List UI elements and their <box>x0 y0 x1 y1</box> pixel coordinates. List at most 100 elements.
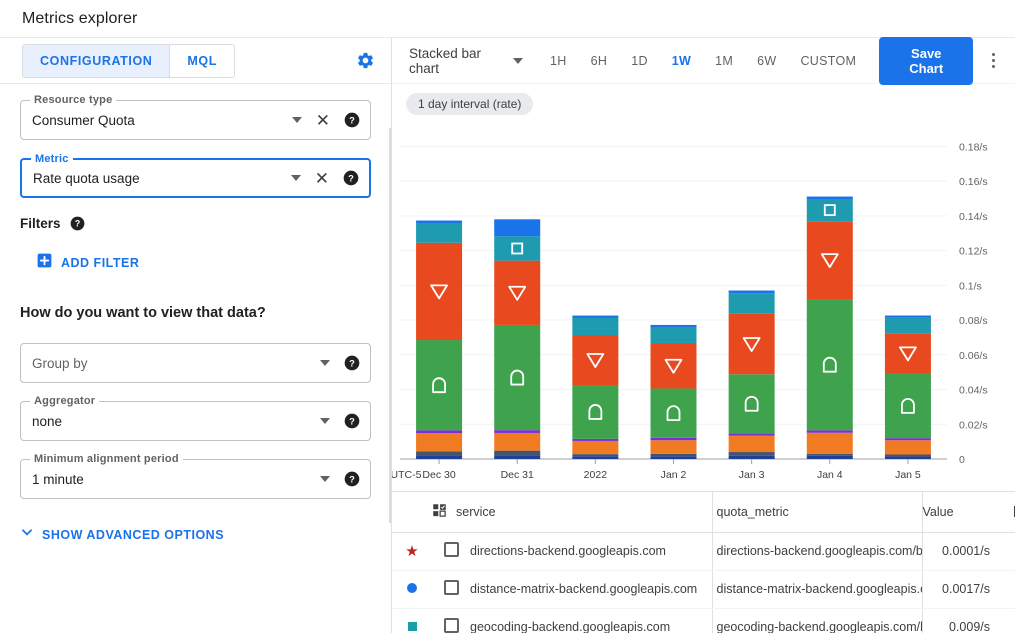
chevron-down-icon <box>20 525 34 544</box>
aggregator-field[interactable]: Aggregator none ? <box>20 401 371 441</box>
chart-type-label: Stacked bar chart <box>409 46 504 76</box>
chevron-down-icon[interactable] <box>320 476 330 482</box>
header-column-settings[interactable] <box>1004 492 1015 532</box>
chevron-down-icon[interactable] <box>320 360 330 366</box>
svg-text:0: 0 <box>959 454 965 466</box>
column-settings-icon[interactable] <box>1004 506 1015 517</box>
group-by-controls: ? <box>320 355 370 371</box>
show-advanced-options-button[interactable]: SHOW ADVANCED OPTIONS <box>20 525 371 544</box>
help-icon[interactable]: ? <box>344 355 360 371</box>
tab-mql[interactable]: MQL <box>169 45 234 77</box>
svg-text:?: ? <box>349 474 355 484</box>
chevron-down-icon[interactable] <box>291 175 301 181</box>
table-header-row: service quota_metric Value <box>392 492 1015 532</box>
chevron-down-icon[interactable] <box>292 117 302 123</box>
metric-value: Rate quota usage <box>22 171 291 186</box>
row-value: 0.0001/s <box>922 532 1004 570</box>
table-row[interactable]: distance-matrix-backend.googleapis.comdi… <box>392 570 1015 608</box>
row-quota-metric: distance-matrix-backend.googleapis.com/l <box>712 570 922 608</box>
header-marker <box>392 492 432 532</box>
kebab-menu-icon[interactable] <box>981 53 1005 68</box>
svg-text:Jan 5: Jan 5 <box>895 469 921 481</box>
row-spacer <box>1004 532 1015 570</box>
svg-text:?: ? <box>74 219 79 229</box>
row-checkbox-cell[interactable] <box>432 570 470 608</box>
row-service: distance-matrix-backend.googleapis.com <box>470 570 712 608</box>
row-checkbox[interactable] <box>444 542 459 557</box>
row-checkbox-cell[interactable] <box>432 608 470 633</box>
square-icon <box>408 622 417 631</box>
table-row[interactable]: geocoding-backend.googleapis.comgeocodin… <box>392 608 1015 633</box>
svg-text:0.08/s: 0.08/s <box>959 315 988 327</box>
add-filter-button[interactable]: ADD FILTER <box>37 253 371 273</box>
circle-icon <box>407 583 417 593</box>
add-filter-label: ADD FILTER <box>61 256 139 270</box>
aggregator-controls: ? <box>320 413 370 429</box>
series-table: service quota_metric Value ★ directions-b… <box>392 491 1015 633</box>
header-quota-metric[interactable]: quota_metric <box>712 492 922 532</box>
chart-toolbar: Stacked bar chart 1H 6H 1D 1W 1M 6W CUST… <box>392 38 1015 84</box>
chart-type-selector[interactable]: Stacked bar chart <box>409 46 523 76</box>
group-by-field[interactable]: Group by ? <box>20 343 371 383</box>
help-icon[interactable]: ? <box>344 413 360 429</box>
main-split: CONFIGURATION MQL Resource type Consumer… <box>0 38 1015 633</box>
grid-select-icon[interactable] <box>432 503 447 521</box>
help-icon[interactable]: ? <box>344 112 360 128</box>
row-quota-metric: geocoding-backend.googleapis.com/billab <box>712 608 922 633</box>
aggregator-value: none <box>21 414 320 429</box>
range-6w[interactable]: 6W <box>746 47 787 75</box>
svg-text:Jan 2: Jan 2 <box>661 469 687 481</box>
svg-text:0.06/s: 0.06/s <box>959 350 988 362</box>
help-icon[interactable]: ? <box>344 471 360 487</box>
filters-label-text: Filters <box>20 216 61 231</box>
range-custom[interactable]: CUSTOM <box>789 47 867 75</box>
range-1w[interactable]: 1W <box>661 47 702 75</box>
tab-configuration[interactable]: CONFIGURATION <box>23 45 169 77</box>
alignment-period-field[interactable]: Minimum alignment period 1 minute ? <box>20 459 371 499</box>
svg-text:0.12/s: 0.12/s <box>959 246 988 258</box>
range-1h[interactable]: 1H <box>539 47 578 75</box>
header-service[interactable]: service <box>432 492 712 532</box>
help-icon[interactable]: ? <box>70 216 85 231</box>
resource-type-field[interactable]: Resource type Consumer Quota ✕ ? <box>20 100 371 140</box>
sidebar-tabs-row: CONFIGURATION MQL <box>0 38 391 84</box>
range-1m[interactable]: 1M <box>704 47 744 75</box>
range-6h[interactable]: 6H <box>580 47 619 75</box>
chevron-down-icon[interactable] <box>320 418 330 424</box>
table-row[interactable]: ★directions-backend.googleapis.comdirect… <box>392 532 1015 570</box>
row-service: directions-backend.googleapis.com <box>470 532 712 570</box>
row-checkbox[interactable] <box>444 580 459 595</box>
metric-field[interactable]: Metric Rate quota usage ✕ ? <box>20 158 371 198</box>
header-value[interactable]: Value <box>922 492 1004 532</box>
help-icon[interactable]: ? <box>343 170 359 186</box>
row-checkbox[interactable] <box>444 618 459 633</box>
resource-type-value: Consumer Quota <box>21 113 292 128</box>
alignment-period-value: 1 minute <box>21 472 320 487</box>
aggregator-label: Aggregator <box>30 395 99 407</box>
stacked-bar-chart[interactable]: 00.02/s0.04/s0.06/s0.08/s0.1/s0.12/s0.14… <box>392 121 1007 481</box>
svg-text:Dec 31: Dec 31 <box>501 469 534 481</box>
range-1d[interactable]: 1D <box>620 47 659 75</box>
close-icon[interactable]: ✕ <box>316 112 330 129</box>
star-icon: ★ <box>405 544 418 559</box>
sidebar-tabstrip: CONFIGURATION MQL <box>22 44 235 78</box>
interval-row: 1 day interval (rate) <box>392 84 1015 121</box>
page-header: Metrics explorer <box>0 0 1015 38</box>
close-icon[interactable]: ✕ <box>315 170 329 187</box>
gear-icon[interactable] <box>356 51 375 70</box>
chart-area: 00.02/s0.04/s0.06/s0.08/s0.1/s0.12/s0.14… <box>392 121 1015 491</box>
save-chart-button[interactable]: Save Chart <box>879 37 973 85</box>
svg-text:0.16/s: 0.16/s <box>959 176 988 188</box>
view-data-question: How do you want to view that data? <box>20 305 371 321</box>
svg-text:0.04/s: 0.04/s <box>959 385 988 397</box>
resource-type-controls: ✕ ? <box>292 112 370 129</box>
row-checkbox-cell[interactable] <box>432 532 470 570</box>
sidebar-form: Resource type Consumer Quota ✕ ? Metric … <box>0 84 391 544</box>
row-marker <box>392 608 432 633</box>
svg-text:0.02/s: 0.02/s <box>959 419 988 431</box>
page-title: Metrics explorer <box>22 10 137 28</box>
metric-label: Metric <box>31 153 73 165</box>
svg-text:0.18/s: 0.18/s <box>959 141 988 153</box>
row-value: 0.0017/s <box>922 570 1004 608</box>
svg-text:?: ? <box>349 416 355 426</box>
